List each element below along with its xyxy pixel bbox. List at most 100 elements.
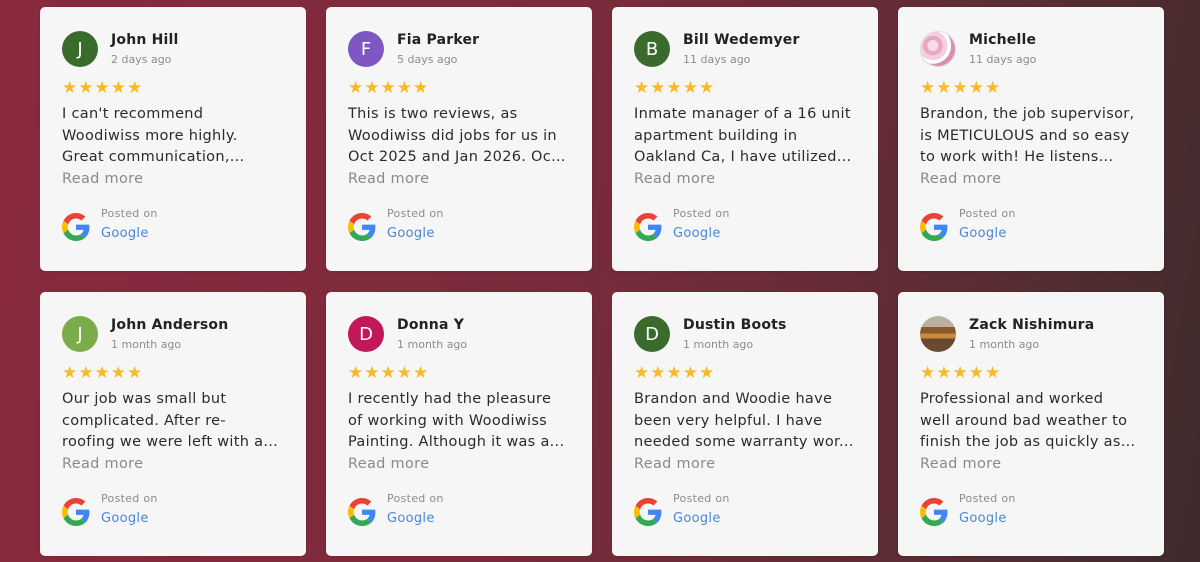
read-more-link[interactable]: Read more <box>348 169 570 191</box>
review-source: Posted on Google <box>348 492 444 526</box>
reviewer-name: John Anderson <box>111 317 229 333</box>
posted-on-label: Posted on <box>673 207 730 220</box>
review-text-line: Brandon, the job supervisor, <box>920 106 1135 122</box>
review-text-line: Great communication,... <box>62 149 245 165</box>
star-icon: ★ <box>364 363 380 383</box>
review-date: 1 month ago <box>683 338 754 351</box>
review-text-line: I can't recommend <box>62 106 204 122</box>
review-text: This is two reviews, as Woodiwiss did job… <box>348 104 570 169</box>
review-text: Brandon, the job supervisor, is METICULOU… <box>920 104 1142 169</box>
avatar-letter: D <box>359 323 373 345</box>
avatar-letter: J <box>77 323 83 345</box>
avatar-letter: D <box>645 323 659 345</box>
review-header: Zack Nishimura 1 month ago <box>920 316 1142 352</box>
star-icon: ★ <box>650 78 666 98</box>
review-header: B Bill Wedemyer 11 days ago <box>634 31 856 67</box>
source-link[interactable]: Google <box>387 511 444 526</box>
reviewer-name: Michelle <box>969 32 1037 48</box>
avatar: D <box>634 316 670 352</box>
reviewer-name: Bill Wedemyer <box>683 32 800 48</box>
review-header: F Fia Parker 5 days ago <box>348 31 570 67</box>
source-link[interactable]: Google <box>101 226 158 241</box>
avatar: D <box>348 316 384 352</box>
star-icon: ★ <box>699 78 715 98</box>
review-source: Posted on Google <box>634 492 730 526</box>
review-text: Brandon and Woodie have been very helpful… <box>634 389 856 454</box>
star-icon: ★ <box>985 363 1001 383</box>
review-text-line: Professional and worked <box>920 391 1104 407</box>
star-icon: ★ <box>127 78 143 98</box>
posted-on-label: Posted on <box>387 492 444 505</box>
review-card: J John Anderson 1 month ago ★ ★ ★ ★ ★ Our jo… <box>40 292 306 556</box>
reviews-grid: J John Hill 2 days ago ★ ★ ★ ★ ★ I can't rec… <box>40 7 1164 556</box>
read-more-link[interactable]: Read more <box>920 454 1142 476</box>
review-card: D Donna Y 1 month ago ★ ★ ★ ★ ★ I recently h… <box>326 292 592 556</box>
review-text-line: complicated. After re- <box>62 412 226 429</box>
star-rating: ★ ★ ★ ★ ★ <box>634 364 856 382</box>
star-icon: ★ <box>110 78 126 98</box>
review-text-line: well around bad weather to <box>920 412 1128 429</box>
review-text: Our job was small but complicated. After … <box>62 389 284 454</box>
google-icon <box>348 498 376 526</box>
review-text: Professional and worked well around bad w… <box>920 389 1142 454</box>
google-icon <box>348 213 376 241</box>
source-link[interactable]: Google <box>387 226 444 241</box>
google-icon <box>634 498 662 526</box>
review-text: Inmate manager of a 16 unit apartment bui… <box>634 104 856 169</box>
review-text-line: Inmate manager of a 16 unit <box>634 106 851 122</box>
review-text-line: Woodiwiss did jobs for us in <box>348 127 557 144</box>
review-header: J John Hill 2 days ago <box>62 31 284 67</box>
avatar: B <box>634 31 670 67</box>
reviewer-name: Fia Parker <box>397 32 480 48</box>
posted-on-label: Posted on <box>673 492 730 505</box>
read-more-link[interactable]: Read more <box>634 169 856 191</box>
read-more-link[interactable]: Read more <box>634 454 856 476</box>
star-icon: ★ <box>666 78 682 98</box>
read-more-link[interactable]: Read more <box>62 169 284 191</box>
review-date: 1 month ago <box>397 338 468 351</box>
source-link[interactable]: Google <box>959 511 1016 526</box>
star-rating: ★ ★ ★ ★ ★ <box>634 79 856 97</box>
read-more-link[interactable]: Read more <box>920 169 1142 191</box>
star-rating: ★ ★ ★ ★ ★ <box>348 79 570 97</box>
avatar: J <box>62 31 98 67</box>
star-icon: ★ <box>348 363 364 383</box>
avatar: J <box>62 316 98 352</box>
star-icon: ★ <box>94 363 110 383</box>
star-icon: ★ <box>62 78 78 98</box>
star-icon: ★ <box>936 78 952 98</box>
review-text: I can't recommend Woodiwiss more highly. G… <box>62 104 284 169</box>
source-link[interactable]: Google <box>959 226 1016 241</box>
review-text-line: roofing we were left with a... <box>62 434 279 450</box>
reviewer-name: Zack Nishimura <box>969 317 1095 333</box>
star-icon: ★ <box>413 363 429 383</box>
star-icon: ★ <box>127 363 143 383</box>
review-date: 5 days ago <box>397 53 458 66</box>
star-icon: ★ <box>94 78 110 98</box>
review-source: Posted on Google <box>920 492 1016 526</box>
read-more-link[interactable]: Read more <box>62 454 284 476</box>
review-date: 1 month ago <box>111 338 182 351</box>
star-icon: ★ <box>110 363 126 383</box>
review-header: D Donna Y 1 month ago <box>348 316 570 352</box>
source-link[interactable]: Google <box>101 511 158 526</box>
source-link[interactable]: Google <box>673 226 730 241</box>
review-date: 1 month ago <box>969 338 1040 351</box>
review-text-line: I recently had the pleasure <box>348 391 552 407</box>
review-date: 2 days ago <box>111 53 172 66</box>
star-icon: ★ <box>699 363 715 383</box>
review-text-line: is METICULOUS and so easy <box>920 127 1130 144</box>
read-more-link[interactable]: Read more <box>348 454 570 476</box>
avatar-letter: F <box>360 38 372 60</box>
avatar <box>920 31 956 67</box>
source-link[interactable]: Google <box>673 511 730 526</box>
star-icon: ★ <box>364 78 380 98</box>
star-icon: ★ <box>380 363 396 383</box>
posted-on-label: Posted on <box>959 492 1016 505</box>
avatar-letter: J <box>77 38 83 60</box>
star-icon: ★ <box>985 78 1001 98</box>
review-text-line: Oct 2025 and Jan 2026. Oct... <box>348 149 570 165</box>
review-card: B Bill Wedemyer 11 days ago ★ ★ ★ ★ ★ Inmate… <box>612 7 878 271</box>
review-card: D Dustin Boots 1 month ago ★ ★ ★ ★ ★ Brandon… <box>612 292 878 556</box>
star-rating: ★ ★ ★ ★ ★ <box>62 79 284 97</box>
